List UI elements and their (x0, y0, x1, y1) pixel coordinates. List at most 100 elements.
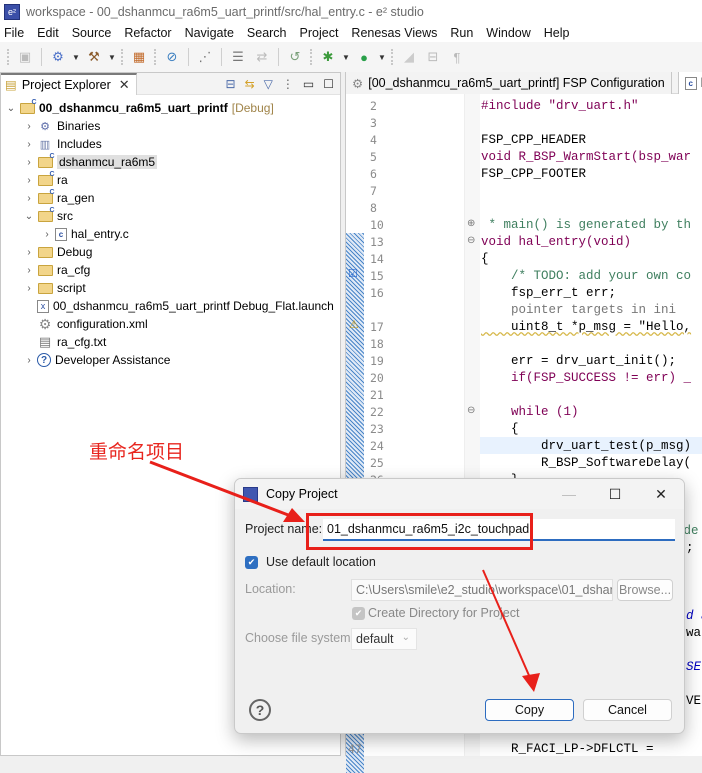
minimize-icon[interactable]: — (546, 486, 592, 503)
chevron-right-icon[interactable]: › (23, 265, 35, 276)
debug-bug-icon[interactable]: ✱ (319, 48, 337, 66)
tree-item-ra-gen[interactable]: › ra_gen (1, 189, 340, 207)
browse-button[interactable]: Browse... (617, 579, 673, 601)
collapse-fold-icon[interactable]: ⊖ (467, 405, 475, 416)
last-edit-icon[interactable]: ↺ (286, 48, 304, 66)
tree-item-project[interactable]: ⌄ 00_dshanmcu_ra6m5_uart_printf [Debug] (1, 99, 340, 117)
code-line: pointer targets in ini (481, 303, 677, 317)
chevron-right-icon[interactable]: › (23, 355, 35, 366)
tree-item-debug[interactable]: › Debug (1, 243, 340, 261)
filter-icon[interactable]: ▽ (264, 77, 273, 91)
menu-project[interactable]: Project (300, 26, 339, 40)
menu-navigate[interactable]: Navigate (185, 26, 234, 40)
chevron-right-icon[interactable]: › (23, 283, 35, 294)
file-system-select[interactable]: default ⌄ (351, 628, 417, 650)
link-with-editor-icon[interactable]: ⇆ (245, 77, 255, 91)
code-line: FSP_CPP_FOOTER (481, 167, 587, 181)
text-file-icon: ▤ (38, 334, 52, 349)
run-icon[interactable]: ● (355, 48, 373, 66)
window-controls: — ☐ ✕ (546, 486, 684, 503)
tab-hal-entry-c[interactable]: c h (677, 72, 702, 94)
chevron-down-icon[interactable]: ▼ (378, 48, 386, 66)
view-menu-icon[interactable]: ⋮ (282, 77, 294, 91)
save-icon[interactable]: ▣ (16, 48, 34, 66)
chevron-right-icon[interactable]: › (23, 175, 35, 186)
toolbar-grip (7, 49, 10, 65)
gear-icon: ⚙ (352, 76, 364, 91)
cancel-button[interactable]: Cancel (583, 699, 672, 721)
expand-fold-icon[interactable]: ⊕ (467, 218, 475, 229)
tree-item-ra-cfg-txt[interactable]: ▤ ra_cfg.txt (1, 333, 340, 351)
debug-hide-icon[interactable]: ⊘ (163, 48, 181, 66)
packages-icon[interactable]: ▦ (130, 48, 148, 66)
build-hammer-icon[interactable]: ⚒ (85, 48, 103, 66)
chevron-right-icon[interactable]: › (23, 139, 35, 150)
menu-run[interactable]: Run (450, 26, 473, 40)
location-input[interactable]: C:\Users\smile\e2_studio\workspace\01_ds… (351, 579, 613, 601)
tree-item-launch-file[interactable]: x 00_dshanmcu_ra6m5_uart_printf Debug_Fl… (1, 297, 340, 315)
tree-item-label: script (57, 281, 86, 295)
menu-help[interactable]: Help (544, 26, 570, 40)
chevron-right-icon[interactable]: › (23, 121, 35, 132)
build-config-icon[interactable]: ⚙ (49, 48, 67, 66)
toggle-whitespace-icon[interactable]: ¶ (448, 48, 466, 66)
line-number: 17 (370, 320, 384, 334)
toolbar-grip (391, 49, 394, 65)
tree-item-includes[interactable]: › ▥ Includes (1, 135, 340, 153)
chevron-down-icon[interactable]: ⌄ (5, 103, 17, 114)
menu-search[interactable]: Search (247, 26, 287, 40)
chevron-down-icon[interactable]: ▼ (72, 48, 80, 66)
source-folder-icon (37, 153, 55, 170)
help-icon[interactable]: ? (249, 699, 271, 721)
chevron-down-icon[interactable]: ⌄ (23, 211, 35, 222)
chevron-right-icon[interactable]: › (23, 247, 35, 258)
tab-fsp-configuration[interactable]: ⚙ [00_dshanmcu_ra6m5_uart_printf] FSP Co… (346, 72, 672, 94)
prev-annotation-icon[interactable]: ⇄ (253, 48, 271, 66)
tree-item-ra-cfg[interactable]: › ra_cfg (1, 261, 340, 279)
connect-icon[interactable]: ⋰ (196, 48, 214, 66)
close-icon[interactable]: ✕ (638, 486, 684, 503)
collapse-all-icon[interactable]: ⊟ (226, 77, 236, 91)
tree-item-developer-assistance[interactable]: › ? Developer Assistance (1, 351, 340, 369)
chevron-right-icon[interactable]: › (41, 229, 53, 240)
use-default-location-label: Use default location (266, 555, 376, 569)
tree-item-dshanmcu-ra6m5[interactable]: › dshanmcu_ra6m5 (1, 153, 340, 171)
menu-file[interactable]: File (4, 26, 24, 40)
create-directory-checkbox[interactable]: ✔ (352, 607, 365, 620)
line-number: 20 (370, 371, 384, 385)
toolbar-separator (221, 48, 222, 66)
copy-button[interactable]: Copy (485, 699, 574, 721)
tree-item-ra[interactable]: › ra (1, 171, 340, 189)
menu-renesas-views[interactable]: Renesas Views (351, 26, 437, 40)
close-icon[interactable]: ✕ (119, 77, 130, 93)
folder-icon (37, 244, 53, 260)
menu-edit[interactable]: Edit (37, 26, 59, 40)
line-number: 14 (370, 252, 384, 266)
tree-item-hal-entry-c[interactable]: › c hal_entry.c (1, 225, 340, 243)
mark-icon[interactable]: ◢ (400, 48, 418, 66)
maximize-icon[interactable]: ☐ (323, 77, 334, 91)
project-tree: ⌄ 00_dshanmcu_ra6m5_uart_printf [Debug] … (1, 95, 340, 369)
tree-item-script[interactable]: › script (1, 279, 340, 297)
next-annotation-icon[interactable]: ☰ (229, 48, 247, 66)
tab-project-explorer[interactable]: ▤ Project Explorer ✕ (1, 72, 137, 95)
menu-source[interactable]: Source (72, 26, 112, 40)
use-default-location-checkbox[interactable]: ✔ (245, 556, 258, 569)
line-number: 16 (370, 286, 384, 300)
collapse-fold-icon[interactable]: ⊖ (467, 235, 475, 246)
tree-item-configuration-xml[interactable]: ⚙ configuration.xml (1, 315, 340, 333)
task-icon: ☑ (348, 268, 358, 280)
toggle-block-icon[interactable]: ⊟ (424, 48, 442, 66)
menu-window[interactable]: Window (486, 26, 530, 40)
tree-item-src[interactable]: ⌄ src (1, 207, 340, 225)
chevron-down-icon[interactable]: ▼ (342, 48, 350, 66)
chevron-down-icon[interactable]: ▼ (108, 48, 116, 66)
chevron-right-icon[interactable]: › (23, 193, 35, 204)
menu-refactor[interactable]: Refactor (124, 26, 171, 40)
tab-label: Project Explorer (21, 77, 111, 92)
tree-item-binaries[interactable]: › ⚙ Binaries (1, 117, 340, 135)
chevron-right-icon[interactable]: › (23, 157, 35, 168)
maximize-icon[interactable]: ☐ (592, 486, 638, 503)
minimize-icon[interactable]: ▭ (303, 77, 314, 91)
tree-item-label: ra_cfg.txt (57, 335, 107, 349)
